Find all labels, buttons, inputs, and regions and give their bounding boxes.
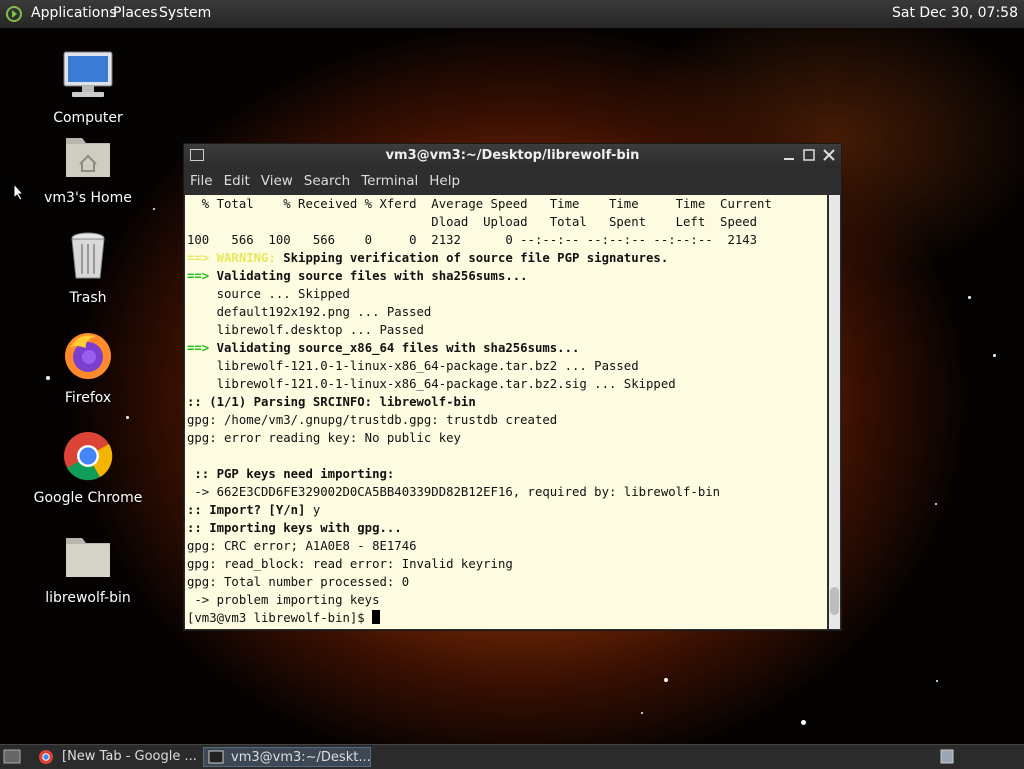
- terminal-scrollbar[interactable]: [829, 195, 840, 629]
- desktop-icon-computer[interactable]: Computer: [33, 48, 143, 126]
- terminal-prompt-line[interactable]: [vm3@vm3 librewolf-bin]$: [185, 609, 827, 627]
- applications-menu[interactable]: Applications: [31, 5, 117, 21]
- star: [801, 720, 806, 725]
- star: [993, 354, 996, 357]
- terminal-line: :: Import? [Y/n] y: [187, 503, 321, 517]
- terminal-line: :: Importing keys with gpg...: [187, 521, 402, 535]
- terminal-line: gpg: error reading key: No public key: [187, 431, 461, 445]
- scrollbar-thumb[interactable]: [830, 587, 839, 615]
- terminal-line: ==> WARNING: Skipping verification of so…: [187, 251, 669, 265]
- terminal-line: -> 662E3CDD6FE329002D0CA5BB40339DD82B12E…: [187, 485, 721, 499]
- folder-icon: [66, 538, 110, 577]
- mouse-pointer-icon: [13, 183, 25, 201]
- terminal-window[interactable]: vm3@vm3:~/Desktop/librewolf-bin File Edit…: [183, 143, 842, 631]
- terminal-line: Dload Upload Total Spent Left Speed: [187, 215, 758, 229]
- terminal-line: gpg: /home/vm3/.gnupg/trustdb.gpg: trust…: [187, 413, 558, 427]
- star: [968, 296, 971, 299]
- terminal-line: librewolf-121.0-1-linux-x86_64-package.t…: [187, 377, 676, 391]
- terminal-line: :: (1/1) Parsing SRCINFO: librewolf-bin: [187, 395, 476, 409]
- close-icon[interactable]: [821, 147, 837, 163]
- system-menu[interactable]: System: [159, 5, 211, 21]
- text-cursor: [372, 610, 381, 624]
- desktop-icon-chrome[interactable]: Google Chrome: [33, 428, 143, 506]
- menu-terminal[interactable]: Terminal: [355, 168, 423, 189]
- star: [664, 678, 668, 682]
- desktop-icon-label: Firefox: [64, 390, 112, 406]
- terminal-line: ==> Validating source_x86_64 files with …: [187, 341, 580, 355]
- terminal-line: gpg: CRC error; A1A0E8 - 8E1746: [187, 539, 417, 553]
- chrome-icon: [64, 432, 113, 481]
- terminal-menubar: File Edit View Search Terminal Help: [184, 168, 841, 194]
- distro-logo-icon[interactable]: [6, 6, 22, 22]
- top-panel: Applications Places System Sat Dec 30, 0…: [0, 0, 1024, 28]
- minimize-icon[interactable]: [781, 147, 797, 163]
- window-title: vm3@vm3:~/Desktop/librewolf-bin: [385, 148, 640, 163]
- desktop-icon-home[interactable]: vm3's Home: [33, 128, 143, 206]
- desktop-icon-label: vm3's Home: [44, 190, 132, 206]
- desktop-icon-trash[interactable]: Trash: [33, 228, 143, 306]
- shell-prompt: [vm3@vm3 librewolf-bin]$: [187, 611, 373, 625]
- terminal-line: default192x192.png ... Passed: [187, 305, 432, 319]
- terminal-line: -> problem importing keys: [187, 593, 380, 607]
- workspace-switcher-icon[interactable]: [940, 749, 954, 764]
- clock[interactable]: Sat Dec 30, 07:58: [892, 5, 1018, 21]
- menu-file[interactable]: File: [184, 168, 218, 189]
- places-menu[interactable]: Places: [113, 5, 158, 21]
- maximize-icon[interactable]: [801, 147, 817, 163]
- firefox-icon: [65, 333, 111, 379]
- computer-icon: [63, 51, 113, 97]
- desktop-icon-label: librewolf-bin: [45, 590, 131, 606]
- terminal-line: source ... Skipped: [187, 287, 350, 301]
- star: [126, 416, 129, 419]
- terminal-line: gpg: Total number processed: 0: [187, 575, 410, 589]
- star: [641, 712, 643, 714]
- menu-edit[interactable]: Edit: [218, 168, 255, 189]
- terminal-line: librewolf-121.0-1-linux-x86_64-package.t…: [187, 359, 639, 373]
- trash-icon: [71, 232, 105, 279]
- star: [153, 208, 155, 210]
- taskbar-item-label: [New Tab - Google ...: [62, 749, 197, 764]
- desktop-icon-label: Trash: [69, 290, 107, 306]
- terminal-output[interactable]: % Total % Received % Xferd Average Speed…: [185, 195, 827, 629]
- terminal-line: :: PGP keys need importing:: [187, 467, 395, 481]
- desktop-icon-firefox[interactable]: Firefox: [33, 328, 143, 406]
- menu-search[interactable]: Search: [298, 168, 355, 189]
- home-folder-icon: [66, 138, 110, 177]
- taskbar-item-label: vm3@vm3:~/Deskt...: [231, 750, 371, 765]
- terminal-line: ==> Validating source files with sha256s…: [187, 269, 528, 283]
- desktop-icon-label: Computer: [53, 110, 123, 126]
- menu-view[interactable]: View: [255, 168, 298, 189]
- star: [936, 680, 938, 682]
- terminal-icon: [208, 750, 224, 764]
- bottom-taskbar: [New Tab - Google ... vm3@vm3:~/Deskt...: [0, 744, 1024, 769]
- chrome-icon: [39, 750, 53, 764]
- terminal-line: librewolf.desktop ... Passed: [187, 323, 424, 337]
- terminal-line: % Total % Received % Xferd Average Speed…: [187, 197, 772, 211]
- desktop-icon-librewolf-folder[interactable]: librewolf-bin: [33, 528, 143, 606]
- terminal-line: 100 566 100 566 0 0 2132 0 --:--:-- --:-…: [187, 233, 758, 247]
- star: [935, 503, 937, 505]
- show-desktop-icon[interactable]: [3, 749, 21, 764]
- desktop-icon-label: Google Chrome: [33, 490, 143, 506]
- window-titlebar[interactable]: vm3@vm3:~/Desktop/librewolf-bin: [184, 144, 841, 168]
- menu-help[interactable]: Help: [423, 168, 465, 189]
- terminal-line: gpg: read_block: read error: Invalid key…: [187, 557, 513, 571]
- taskbar-item-chrome[interactable]: [New Tab - Google ...: [32, 747, 200, 767]
- taskbar-item-terminal[interactable]: vm3@vm3:~/Deskt...: [203, 747, 371, 767]
